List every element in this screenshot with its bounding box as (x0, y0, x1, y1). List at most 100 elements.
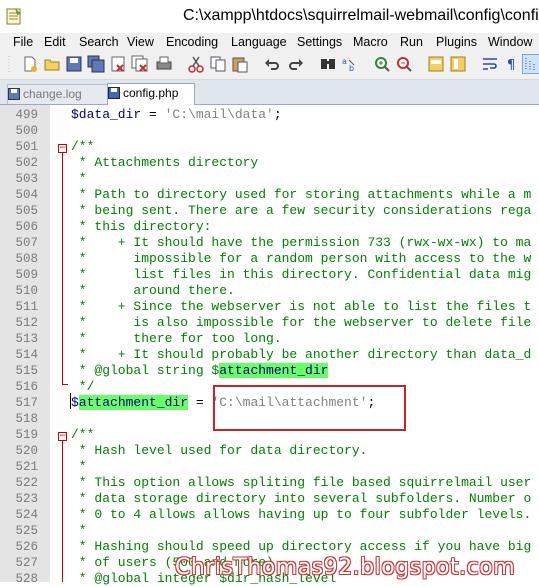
code-line: 506 * this directory: (0, 219, 539, 235)
line-number: 520 (15, 444, 38, 458)
code-line: 500 (0, 123, 539, 139)
svg-text:¶: ¶ (507, 58, 515, 73)
sync-vertical-icon[interactable] (427, 55, 445, 73)
line-number: 504 (15, 188, 38, 202)
code-line: 520 * Hash level used for data directory… (0, 443, 539, 459)
code-editor[interactable]: − − 499 $data_dir = 'C:\mail\data'; 500 … (0, 105, 539, 586)
title-bar: C:\xampp\htdocs\squirrelmail-webmail\con… (0, 0, 539, 34)
find-icon[interactable] (319, 55, 337, 73)
code-line: 503 * (0, 171, 539, 187)
toolbar: ab ¶ (0, 51, 539, 80)
line-number: 507 (15, 236, 38, 250)
tab-config-php[interactable]: config.php (107, 83, 195, 106)
code-text: * data storage directory into several su… (71, 491, 532, 506)
line-number: 502 (15, 156, 38, 170)
line-number: 527 (15, 556, 38, 570)
line-number: 513 (15, 332, 38, 346)
menu-settings[interactable]: Settings (297, 35, 342, 49)
svg-text:b: b (349, 64, 354, 73)
line-number: 524 (15, 508, 38, 522)
code-text: * is also impossible for the webserver t… (71, 315, 532, 330)
undo-icon[interactable] (263, 55, 281, 73)
paste-icon[interactable] (231, 55, 249, 73)
cut-icon[interactable] (187, 55, 205, 73)
close-icon[interactable] (109, 55, 127, 73)
svg-text:a: a (342, 57, 347, 66)
menu-bar: File Edit Search View Encoding Language … (0, 33, 539, 51)
sync-horizontal-icon[interactable] (449, 55, 467, 73)
code-text: * Attachments directory (71, 155, 259, 170)
line-number: 526 (15, 540, 38, 554)
print-icon[interactable] (155, 55, 173, 73)
code-text: * Path to directory used for storing att… (71, 187, 532, 202)
zoom-in-icon[interactable] (373, 55, 391, 73)
menu-view[interactable]: View (127, 35, 154, 49)
menu-file[interactable]: File (13, 35, 33, 49)
line-number: 501 (15, 140, 38, 154)
notepad-plus-plus-icon (6, 8, 21, 25)
line-number: 499 (15, 108, 38, 122)
code-line: 502 * Attachments directory (0, 155, 539, 171)
show-all-characters-icon[interactable]: ¶ (503, 55, 521, 73)
code-line: 522 * This option allows spliting file b… (0, 475, 539, 491)
line-number: 515 (15, 364, 38, 378)
menu-run[interactable]: Run (400, 35, 423, 49)
line-number: 505 (15, 204, 38, 218)
code-text: * this directory: (71, 219, 212, 234)
menu-window[interactable]: Window (488, 35, 532, 49)
save-all-icon[interactable] (87, 55, 105, 73)
code-line: 499 $data_dir = 'C:\mail\data'; (0, 107, 539, 123)
line-number: 516 (15, 380, 38, 394)
code-line: 508 * impossible for a random person wit… (0, 251, 539, 267)
save-icon[interactable] (65, 55, 83, 73)
line-number: 521 (15, 460, 38, 474)
code-line: 510 * around there. (0, 283, 539, 299)
window-title: C:\xampp\htdocs\squirrelmail-webmail\con… (183, 7, 539, 24)
open-file-icon[interactable] (43, 55, 61, 73)
code-text: * @global string $attachment_dir (71, 363, 329, 378)
menu-edit[interactable]: Edit (44, 35, 66, 49)
tab-change-log[interactable]: change.log (7, 84, 108, 104)
line-number: 509 (15, 268, 38, 282)
replace-icon[interactable]: ab (341, 55, 359, 73)
code-text: * 0 to 4 allows allows having up to four… (71, 507, 532, 522)
line-number: 510 (15, 284, 38, 298)
code-text: * This option allows spliting file based… (71, 475, 532, 490)
indent-guide-icon[interactable] (522, 54, 539, 74)
code-text: * impossible for a random person with ac… (71, 251, 532, 266)
code-line: 509 * list files in this directory. Conf… (0, 267, 539, 283)
code-text: * around there. (71, 283, 235, 298)
code-text: * being sent. There are a few security c… (71, 203, 532, 218)
redo-icon[interactable] (287, 55, 305, 73)
menu-plugins[interactable]: Plugins (436, 35, 477, 49)
code-line: 514 * + It should probably be another di… (0, 347, 539, 363)
code-line: 521 * (0, 459, 539, 475)
line-number: 503 (15, 172, 38, 186)
code-text: /** (71, 139, 95, 154)
code-line: 525 * (0, 523, 539, 539)
code-text: * + It should probably be another direct… (71, 347, 532, 362)
menu-encoding[interactable]: Encoding (166, 35, 218, 49)
line-number: 523 (15, 492, 38, 506)
tab-label: config.php (123, 86, 179, 100)
code-line: 526 * Hashing should speed up directory … (0, 539, 539, 555)
close-all-icon[interactable] (131, 55, 149, 73)
menu-language[interactable]: Language (231, 35, 287, 49)
code-line: 507 * + It should have the permission 73… (0, 235, 539, 251)
menu-search[interactable]: Search (79, 35, 119, 49)
code-text: * list files in this directory. Confiden… (71, 267, 532, 282)
line-number: 517 (15, 396, 38, 410)
line-number: 519 (15, 428, 38, 442)
word-wrap-icon[interactable] (481, 55, 499, 73)
zoom-out-icon[interactable] (395, 55, 413, 73)
line-number: 506 (15, 220, 38, 234)
code-line: 501 /** (0, 139, 539, 155)
code-text: * there for too long. (71, 331, 282, 346)
line-number: 500 (15, 124, 38, 138)
new-file-icon[interactable] (21, 55, 39, 73)
watermark: ChrisThomas92.blogspot.com (175, 555, 516, 580)
code-line: 524 * 0 to 4 allows allows having up to … (0, 507, 539, 523)
copy-icon[interactable] (209, 55, 227, 73)
line-number: 518 (15, 412, 38, 426)
menu-macro[interactable]: Macro (353, 35, 388, 49)
